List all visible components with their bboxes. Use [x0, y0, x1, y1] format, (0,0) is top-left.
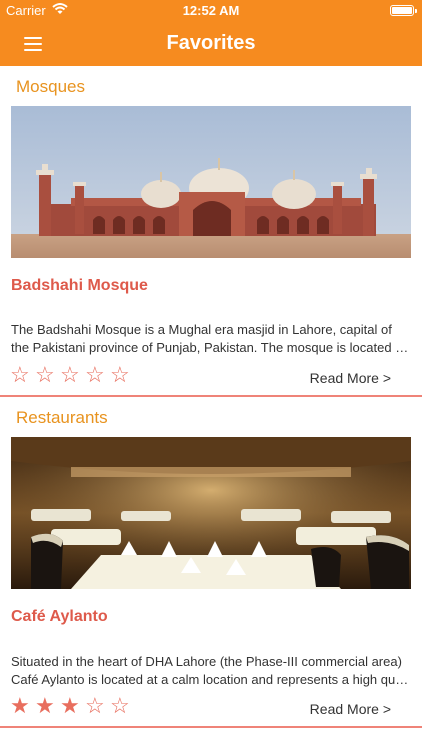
star-empty-icon[interactable]: ☆ — [85, 695, 110, 717]
status-bar: Carrier 12:52 AM — [0, 0, 422, 22]
page-title: Favorites — [166, 32, 256, 54]
section-divider — [0, 726, 422, 728]
item-title[interactable]: Badshahi Mosque — [11, 277, 148, 295]
star-empty-icon[interactable]: ☆ — [10, 364, 35, 386]
star-filled-icon[interactable]: ★ — [10, 695, 35, 717]
star-filled-icon[interactable]: ★ — [35, 695, 60, 717]
item-title[interactable]: Café Aylanto — [11, 608, 108, 626]
navigation-bar: Favorites — [0, 22, 422, 66]
star-empty-icon[interactable]: ☆ — [110, 695, 135, 717]
read-more-button[interactable]: Read More > — [310, 370, 391, 386]
item-description: The Badshahi Mosque is a Mughal era masj… — [11, 321, 411, 357]
star-empty-icon[interactable]: ☆ — [35, 364, 60, 386]
star-rating[interactable]: ☆ ☆ ☆ ☆ ☆ — [10, 364, 135, 386]
cafe-aylanto-photo[interactable] — [11, 437, 411, 589]
battery-icon — [390, 5, 417, 16]
star-empty-icon[interactable]: ☆ — [85, 364, 110, 386]
clock-time: 12:52 AM — [182, 3, 240, 18]
section-divider — [0, 395, 422, 397]
description-line: The Badshahi Mosque is a Mughal era masj… — [11, 322, 392, 337]
star-rating[interactable]: ★ ★ ★ ☆ ☆ — [10, 695, 135, 717]
section-header: Mosques — [16, 77, 85, 96]
section-header: Restaurants — [16, 408, 108, 427]
description-line: Café Aylanto is located at a calm locati… — [11, 672, 411, 687]
badshahi-mosque-photo[interactable] — [11, 106, 411, 258]
item-description: Situated in the heart of DHA Lahore (the… — [11, 653, 411, 689]
read-more-button[interactable]: Read More > — [310, 701, 391, 717]
star-empty-icon[interactable]: ☆ — [60, 364, 85, 386]
star-empty-icon[interactable]: ☆ — [110, 364, 135, 386]
description-line: Situated in the heart of DHA Lahore (the… — [11, 654, 402, 669]
star-filled-icon[interactable]: ★ — [60, 695, 85, 717]
description-line: the Pakistani province of Punjab, Pakist… — [11, 340, 411, 355]
